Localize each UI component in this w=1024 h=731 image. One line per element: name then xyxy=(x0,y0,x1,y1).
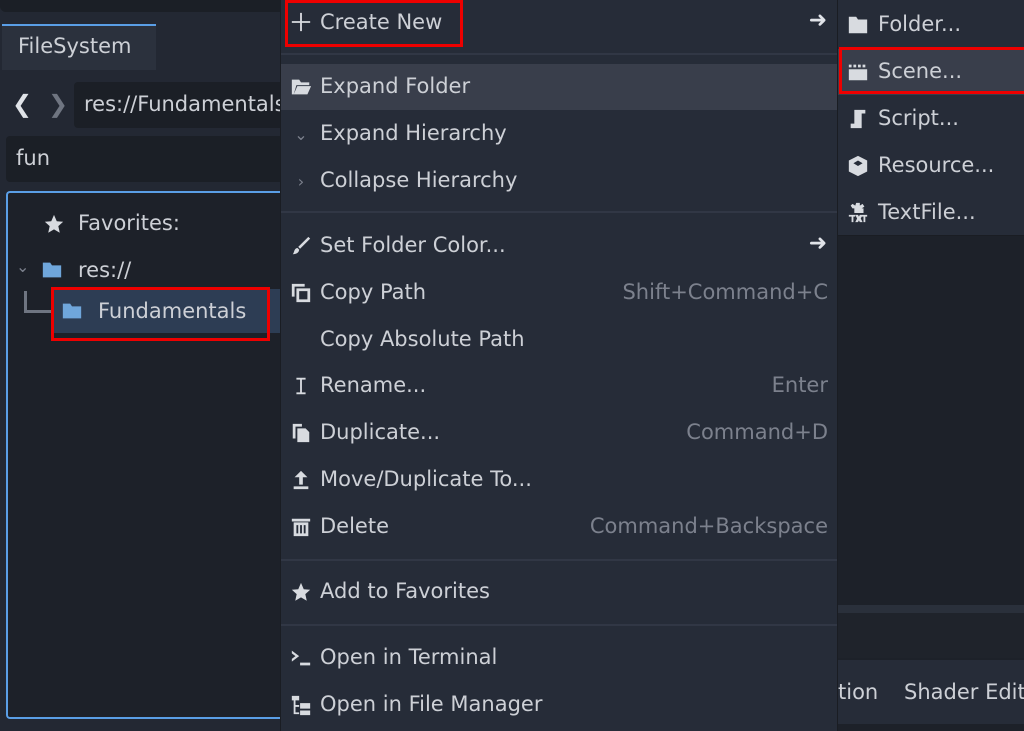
clapperboard-icon xyxy=(846,60,870,84)
menu-item-copy-path[interactable]: Copy Path Shift+Command+C xyxy=(281,270,837,316)
duplicate-icon xyxy=(289,421,313,445)
top-panel-edge xyxy=(0,0,282,12)
menu-item-add-to-favorites[interactable]: Add to Favorites xyxy=(281,569,837,615)
folder-icon xyxy=(846,13,870,37)
brush-icon xyxy=(289,234,313,258)
submenu-item-script[interactable]: Script... xyxy=(838,96,1024,142)
text-cursor-icon xyxy=(289,374,313,398)
separator xyxy=(281,211,837,213)
move-up-icon xyxy=(289,468,313,492)
path-field[interactable]: res://Fundamentals xyxy=(74,82,282,128)
tree-connector xyxy=(24,291,52,313)
submenu-item-textfile[interactable]: TextFile... xyxy=(838,190,1024,236)
trash-icon xyxy=(289,515,313,539)
menu-item-set-folder-color[interactable]: Set Folder Color... ➜ xyxy=(281,223,837,269)
favorites-label: Favorites: xyxy=(78,211,180,235)
text-file-icon xyxy=(846,201,870,225)
menu-item-expand-hierarchy[interactable]: ⌄ Expand Hierarchy xyxy=(281,111,837,157)
folder-open-icon xyxy=(289,75,313,99)
folder-icon xyxy=(60,299,84,323)
filesystem-dock: FileSystem ❮ ❯ res://Fundamentals fun Fa… xyxy=(0,0,284,731)
tree-item-fundamentals[interactable]: Fundamentals xyxy=(54,289,284,333)
menu-item-open-in-terminal[interactable]: Open in Terminal xyxy=(281,635,837,681)
tab-filesystem[interactable]: FileSystem xyxy=(2,24,156,70)
create-new-submenu: Folder... Scene... Script... Resource...… xyxy=(838,0,1024,236)
tree-item-res[interactable]: res:// xyxy=(78,258,131,282)
star-icon xyxy=(289,580,313,604)
chevron-right-icon: › xyxy=(297,171,305,191)
tree-item-label: Fundamentals xyxy=(98,299,247,323)
script-icon xyxy=(846,107,870,131)
panel-strip xyxy=(838,613,1024,658)
folder-icon xyxy=(40,258,64,282)
separator xyxy=(281,624,837,626)
context-menu: Create New ➜ Expand Folder ⌄ Expand Hier… xyxy=(280,0,838,731)
menu-item-create-new[interactable]: Create New ➜ xyxy=(281,0,837,46)
terminal-icon xyxy=(289,646,313,670)
chevron-down-icon[interactable]: ⌄ xyxy=(16,257,29,276)
submenu-item-scene[interactable]: Scene... xyxy=(838,49,1024,95)
menu-item-delete[interactable]: Delete Command+Backspace xyxy=(281,504,837,550)
menu-item-move-duplicate[interactable]: Move/Duplicate To... xyxy=(281,457,837,503)
chevron-left-icon[interactable]: ❮ xyxy=(12,90,32,118)
menu-item-duplicate[interactable]: Duplicate... Command+D xyxy=(281,410,837,456)
submenu-item-resource[interactable]: Resource... xyxy=(838,143,1024,189)
menu-item-rename[interactable]: Rename... Enter xyxy=(281,363,837,409)
file-tree[interactable]: Favorites: ⌄ res:// Fundamentals xyxy=(6,191,284,719)
plus-icon xyxy=(289,10,313,34)
file-manager-icon xyxy=(289,693,313,717)
menu-item-copy-absolute-path[interactable]: Copy Absolute Path xyxy=(281,317,837,363)
copy-icon xyxy=(289,281,313,305)
chevron-right-icon[interactable]: ❯ xyxy=(48,90,68,118)
submenu-item-folder[interactable]: Folder... xyxy=(838,2,1024,48)
menu-item-collapse-hierarchy[interactable]: › Collapse Hierarchy xyxy=(281,158,837,204)
menu-item-open-in-file-manager[interactable]: Open in File Manager xyxy=(281,682,837,728)
arrow-right-icon: ➜ xyxy=(808,8,827,33)
menu-item-expand-folder[interactable]: Expand Folder xyxy=(281,64,837,110)
separator xyxy=(281,53,837,55)
chevron-down-icon: ⌄ xyxy=(294,124,308,144)
star-icon xyxy=(42,212,66,236)
tab-shader-editor[interactable]: Shader Edit xyxy=(904,680,1024,704)
tab-animation[interactable]: tion xyxy=(838,680,878,704)
filter-input[interactable]: fun xyxy=(6,136,282,182)
bottom-panel-tabs: tion Shader Edit xyxy=(838,660,1024,724)
panel-divider xyxy=(838,605,1024,613)
cube-icon xyxy=(846,154,870,178)
separator xyxy=(281,559,837,561)
arrow-right-icon: ➜ xyxy=(808,231,827,256)
